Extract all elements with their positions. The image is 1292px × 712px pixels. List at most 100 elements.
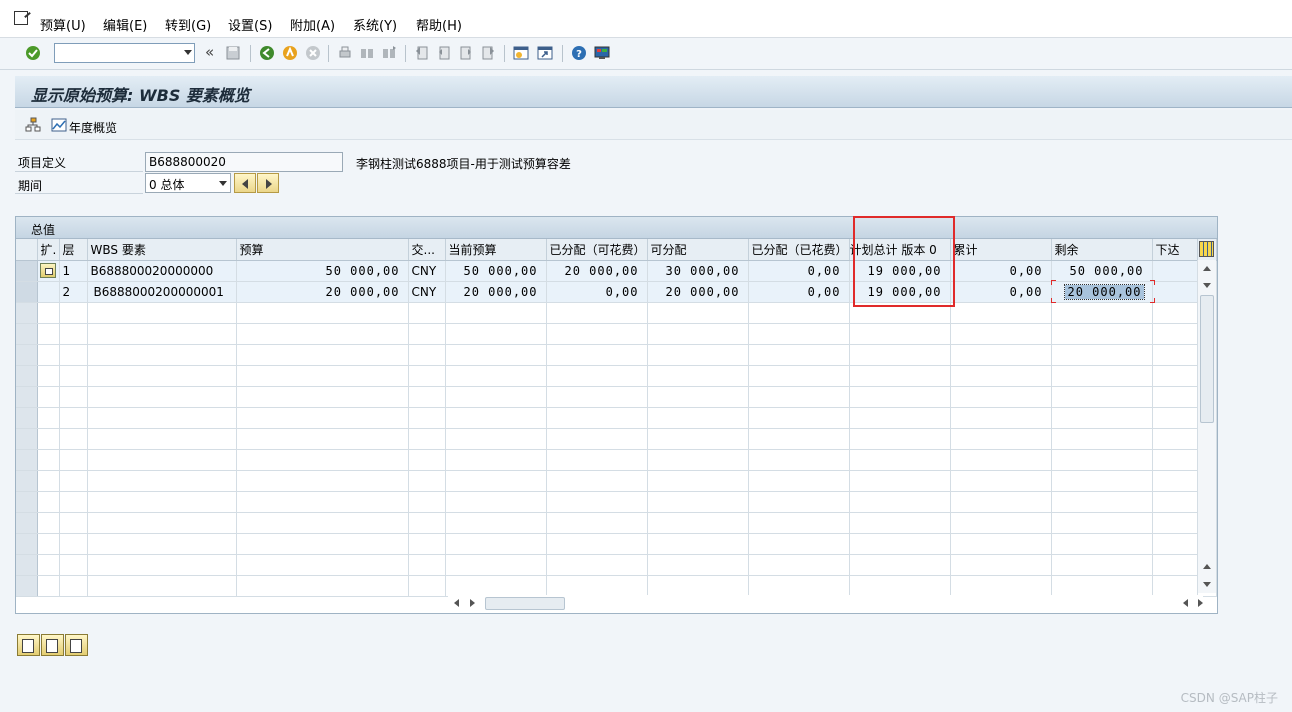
empty-cell xyxy=(408,554,446,576)
scroll-right-icon[interactable] xyxy=(1198,599,1203,607)
budget-cell[interactable]: 50 000,00 xyxy=(236,260,409,282)
column-header-currency[interactable]: 交... xyxy=(408,239,446,261)
empty-cell xyxy=(59,428,88,450)
empty-cell xyxy=(87,470,237,492)
row-selector[interactable] xyxy=(16,533,38,555)
budget-cell[interactable]: 20 000,00 xyxy=(236,281,409,303)
scroll-up-icon[interactable] xyxy=(1203,564,1211,569)
column-header-expand[interactable]: 扩. xyxy=(37,239,60,261)
select-block-button[interactable] xyxy=(65,634,88,656)
row-selector[interactable] xyxy=(16,491,38,513)
annual-overview-icon[interactable] xyxy=(51,117,67,133)
menu-edit[interactable]: 编辑(E) xyxy=(103,15,147,34)
column-settings-icon[interactable] xyxy=(1199,241,1214,257)
collapse-command-button[interactable]: « xyxy=(205,43,214,61)
wbs-cell[interactable]: B6888000200000001 xyxy=(87,281,237,303)
column-header-wbs[interactable]: WBS 要素 xyxy=(87,239,237,261)
empty-cell xyxy=(647,533,749,555)
horizontal-scrollbar[interactable] xyxy=(448,595,1203,613)
column-header-released[interactable]: 下达 xyxy=(1152,239,1198,261)
customize-layout-icon[interactable] xyxy=(594,45,610,61)
column-header-current-budget[interactable]: 当前预算 xyxy=(445,239,547,261)
row-selector[interactable] xyxy=(16,470,38,492)
row-selector[interactable] xyxy=(16,512,38,534)
menu-extras[interactable]: 附加(A) xyxy=(290,15,335,34)
horizontal-scroll-thumb[interactable] xyxy=(485,597,565,610)
empty-table-row xyxy=(16,365,1217,387)
row-selector[interactable] xyxy=(16,449,38,471)
budget-table: 扩. 层 WBS 要素 预算 交... 当前预算 已分配（可花费） 可分配 已分… xyxy=(16,239,1217,597)
period-select[interactable]: 0 总体 xyxy=(145,173,231,193)
column-header-assigned-spent[interactable]: 已分配（已花费） xyxy=(748,239,850,261)
menu-settings[interactable]: 设置(S) xyxy=(228,15,272,34)
empty-cell xyxy=(1051,407,1153,429)
row-selector[interactable] xyxy=(16,428,38,450)
empty-cell xyxy=(1152,491,1198,513)
vertical-scroll-thumb[interactable] xyxy=(1200,295,1214,423)
annual-overview-button[interactable]: 年度概览 xyxy=(69,119,117,136)
app-menu-icon[interactable] xyxy=(14,11,28,25)
hierarchy-icon[interactable] xyxy=(25,117,41,133)
empty-cell xyxy=(59,407,88,429)
column-header-assigned-spendable[interactable]: 已分配（可花费） xyxy=(546,239,648,261)
row-selector[interactable] xyxy=(16,386,38,408)
row-selector[interactable] xyxy=(16,344,38,366)
enter-check-icon[interactable] xyxy=(25,45,41,61)
create-session-icon[interactable] xyxy=(513,45,529,61)
wbs-cell[interactable]: B688800020000000 xyxy=(87,260,237,282)
next-period-button[interactable] xyxy=(257,173,279,193)
scroll-up-icon[interactable] xyxy=(1203,266,1211,271)
column-header-distributable[interactable]: 可分配 xyxy=(647,239,749,261)
column-header-remaining[interactable]: 剩余 xyxy=(1051,239,1153,261)
column-header-level[interactable]: 层 xyxy=(59,239,88,261)
back-icon[interactable] xyxy=(259,45,275,61)
table-row[interactable]: 1 B688800020000000 50 000,00 CNY 50 000,… xyxy=(16,260,1217,282)
row-selector[interactable] xyxy=(16,407,38,429)
menu-system[interactable]: 系统(Y) xyxy=(353,15,397,34)
remaining-cell[interactable]: 20 000,00 xyxy=(1051,281,1153,303)
scroll-down-icon[interactable] xyxy=(1203,582,1211,587)
row-selector[interactable] xyxy=(16,554,38,576)
command-field[interactable] xyxy=(54,43,195,63)
column-header-budget[interactable]: 预算 xyxy=(236,239,409,261)
active-cell-value[interactable]: 20 000,00 xyxy=(1064,283,1145,300)
empty-cell xyxy=(849,344,951,366)
vertical-scrollbar[interactable] xyxy=(1197,260,1216,593)
row-selector[interactable] xyxy=(16,323,38,345)
insert-row-button[interactable] xyxy=(17,634,40,656)
empty-cell xyxy=(1152,470,1198,492)
toolbar-separator xyxy=(250,45,251,62)
menu-goto[interactable]: 转到(G) xyxy=(165,15,211,34)
exit-icon[interactable] xyxy=(282,45,298,61)
previous-period-button[interactable] xyxy=(234,173,256,193)
shortcut-icon[interactable] xyxy=(537,45,553,61)
row-selector[interactable] xyxy=(16,575,38,597)
menu-budget[interactable]: 预算(U) xyxy=(40,15,86,34)
detail-button[interactable] xyxy=(41,634,64,656)
row-selector[interactable] xyxy=(16,302,38,324)
menu-help[interactable]: 帮助(H) xyxy=(416,15,462,34)
scroll-left-icon[interactable] xyxy=(454,599,459,607)
empty-cell xyxy=(647,365,749,387)
empty-cell xyxy=(445,428,547,450)
column-header-cumulative[interactable]: 累计 xyxy=(950,239,1052,261)
help-icon[interactable]: ? xyxy=(571,45,587,61)
empty-cell xyxy=(236,365,409,387)
current-budget-cell: 50 000,00 xyxy=(445,260,547,282)
scroll-right-icon[interactable] xyxy=(470,599,475,607)
row-selector[interactable] xyxy=(16,365,38,387)
scroll-down-icon[interactable] xyxy=(1203,283,1211,288)
empty-cell xyxy=(1152,512,1198,534)
row-selector[interactable] xyxy=(16,281,38,303)
project-definition-field[interactable]: B688800020 xyxy=(145,152,343,172)
chevron-down-icon[interactable] xyxy=(219,181,227,186)
row-selector[interactable] xyxy=(16,260,38,282)
empty-cell xyxy=(59,323,88,345)
scroll-left-icon[interactable] xyxy=(1183,599,1188,607)
first-page-icon xyxy=(414,45,430,61)
table-row[interactable]: 2 B6888000200000001 20 000,00 CNY 20 000… xyxy=(16,281,1217,303)
expand-cell[interactable] xyxy=(37,260,60,282)
select-all-cell[interactable] xyxy=(16,239,38,261)
expand-node-icon[interactable] xyxy=(39,263,56,278)
chevron-down-icon[interactable] xyxy=(184,50,192,55)
